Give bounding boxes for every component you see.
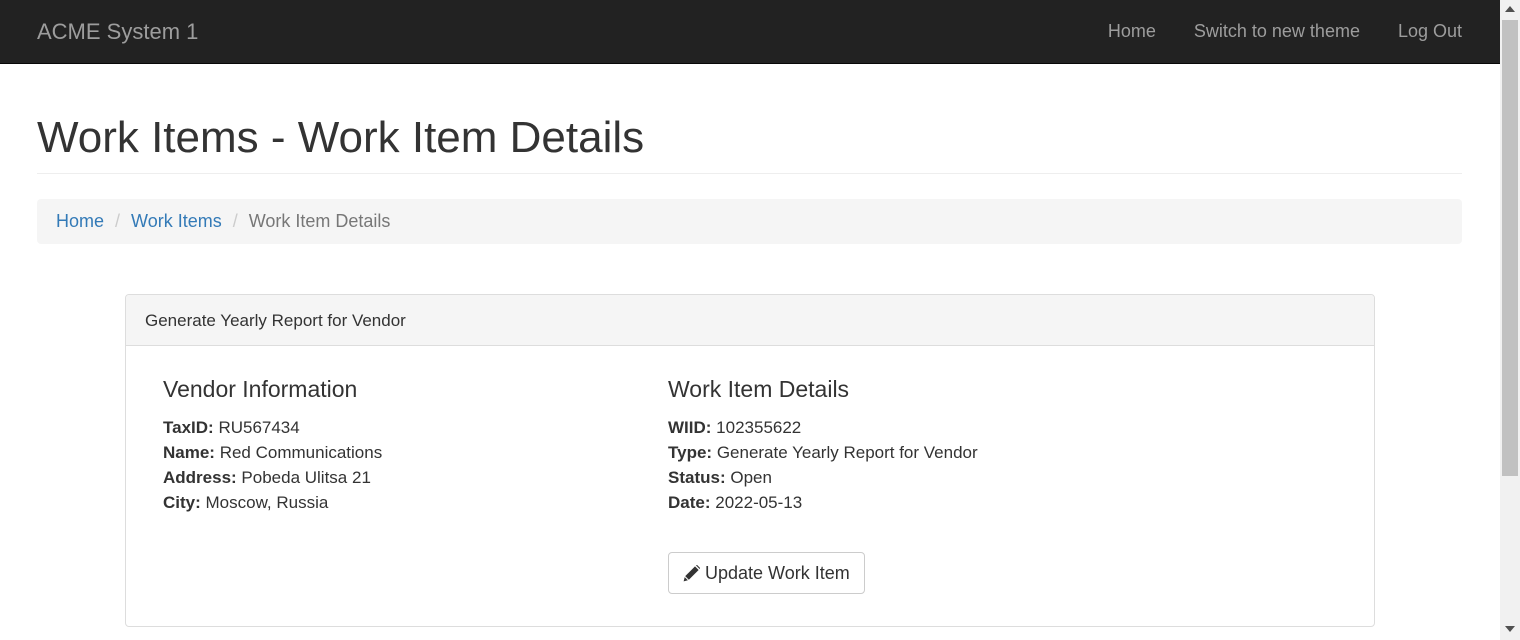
breadcrumb-work-items-link[interactable]: Work Items [131,211,222,232]
pencil-icon [683,564,700,581]
nav-links: Home Switch to new theme Log Out [1070,0,1462,63]
vendor-information-section: Vendor Information TaxID: RU567434 Name:… [163,375,382,515]
field-value: Moscow, Russia [205,493,329,512]
field-value: 102355622 [716,418,802,437]
work-item-status-field: Status: Open [668,465,978,490]
field-label: Date: [668,493,711,512]
title-divider [37,173,1462,174]
nav-switch-theme-link[interactable]: Switch to new theme [1194,21,1360,42]
breadcrumb-separator: / [115,211,121,231]
breadcrumb-home-link[interactable]: Home [56,211,104,232]
scroll-down-arrow-icon[interactable] [1505,626,1515,632]
breadcrumb-current: Work Item Details [248,211,391,231]
vendor-name-field: Name: Red Communications [163,440,382,465]
field-value: Red Communications [219,443,383,462]
page-title: Work Items - Work Item Details [37,113,645,162]
scrollbar-thumb[interactable] [1502,20,1518,476]
field-label: Name: [163,443,215,462]
work-item-section-title: Work Item Details [668,376,850,402]
field-label: Status: [668,468,726,487]
brand-title[interactable]: ACME System 1 [37,0,198,63]
field-label: TaxID: [163,418,214,437]
scroll-up-arrow-icon[interactable] [1505,6,1515,12]
update-button-label: Update Work Item [705,562,850,583]
work-item-type-field: Type: Generate Yearly Report for Vendor [668,440,978,465]
breadcrumb: Home / Work Items / Work Item Details [37,199,1462,244]
work-item-date-field: Date: 2022-05-13 [668,490,978,515]
vendor-city-field: City: Moscow, Russia [163,490,382,515]
field-label: City: [163,493,201,512]
breadcrumb-separator: / [232,211,238,231]
field-value: Open [730,468,772,487]
nav-home-link[interactable]: Home [1108,21,1156,42]
field-value: Pobeda Ulitsa 21 [241,468,371,487]
field-label: Type: [668,443,713,462]
field-value: 2022-05-13 [715,493,803,512]
work-item-details-section: Work Item Details WIID: 102355622 Type: … [668,375,978,515]
vendor-address-field: Address: Pobeda Ulitsa 21 [163,465,382,490]
field-label: WIID: [668,418,712,437]
vendor-taxid-field: TaxID: RU567434 [163,415,382,440]
top-navbar: ACME System 1 Home Switch to new theme L… [0,0,1500,64]
vendor-section-title: Vendor Information [163,376,358,402]
panel-heading: Generate Yearly Report for Vendor [126,295,1374,346]
field-label: Address: [163,468,237,487]
nav-logout-link[interactable]: Log Out [1398,21,1462,42]
update-work-item-button[interactable]: Update Work Item [668,552,865,594]
work-item-panel: Generate Yearly Report for Vendor Vendor… [125,294,1375,627]
field-value: Generate Yearly Report for Vendor [716,443,978,462]
field-value: RU567434 [218,418,300,437]
work-item-wiid-field: WIID: 102355622 [668,415,978,440]
